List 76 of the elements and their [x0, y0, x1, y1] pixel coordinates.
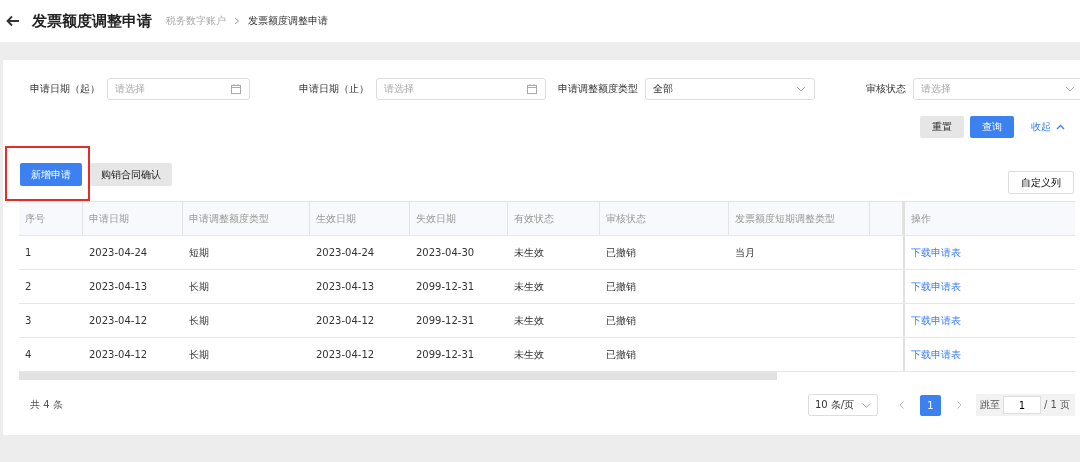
table-cell-text: 2099-12-31: [415, 348, 476, 362]
calendar-icon: [231, 84, 241, 94]
table-cell-text: 2023-04-13: [88, 280, 149, 294]
table-cell-text: 短期: [188, 245, 210, 260]
field-label: 申请调整额度类型: [558, 82, 638, 96]
table-cell-text: 2023-04-30: [415, 246, 476, 260]
table-cell-text: 2023-04-12: [315, 348, 376, 362]
table-cell-text: 2023-04-24: [315, 246, 376, 260]
table-cell-text: 长期: [188, 347, 210, 362]
table-cell-text: 1: [24, 246, 33, 260]
table-cell-text: 未生效: [513, 245, 545, 260]
download-link[interactable]: 下载申请表: [911, 279, 961, 294]
download-link[interactable]: 下载申请表: [911, 313, 961, 328]
total-count: 共 4 条: [30, 398, 63, 412]
query-button[interactable]: 查询: [970, 116, 1014, 138]
table-cell-text: 未生效: [513, 347, 545, 362]
table-cell-text: 已撤销: [605, 347, 637, 362]
chevron-down-icon: [862, 402, 871, 408]
table-cell-text: 4: [24, 348, 33, 362]
column-header: 失效日期: [410, 202, 508, 235]
table-cell-text: 3: [24, 314, 33, 328]
page-size-select[interactable]: 10 条/页: [807, 394, 878, 416]
select-field[interactable]: 全部: [645, 78, 815, 100]
page-title: 发票额度调整申请: [32, 11, 152, 31]
table-cell-text: 2099-12-31: [415, 314, 476, 328]
table-cell-text: 长期: [188, 313, 210, 328]
table-cell-text: 2023-04-24: [88, 246, 149, 260]
field-label: 申请日期（止）: [299, 82, 369, 96]
table-cell-text: 已撤销: [605, 279, 637, 294]
date-field[interactable]: 请选择: [376, 78, 546, 100]
column-header: 序号: [19, 202, 83, 235]
page-jump-field[interactable]: 1: [1002, 396, 1041, 414]
table-cell-text: 未生效: [513, 279, 545, 294]
collapse-link[interactable]: 收起: [1031, 120, 1071, 134]
chevron-up-icon: [1056, 124, 1065, 130]
chevron-right-icon[interactable]: [956, 401, 962, 409]
customize-columns-button[interactable]: 自定义列: [1008, 171, 1074, 194]
table-cell-text: 2023-04-12: [88, 348, 149, 362]
column-header: 操作: [903, 202, 1075, 235]
column-header: 审核状态: [600, 202, 729, 235]
jump-label: 跳至: [979, 398, 1000, 412]
select-field[interactable]: 请选择: [913, 78, 1080, 100]
calendar-icon: [527, 84, 537, 94]
page-number-button[interactable]: 1: [919, 394, 941, 416]
chevron-right-icon: [234, 17, 240, 25]
table-cell-text: 已撤销: [605, 313, 637, 328]
table-cell-text: 2099-12-31: [415, 280, 476, 294]
scrollbar-thumb[interactable]: [19, 372, 777, 380]
column-header: 申请调整额度类型: [183, 202, 310, 235]
column-header: 申请日期: [83, 202, 183, 235]
chevron-down-icon: [1065, 86, 1075, 92]
page-count: / 1 页: [1043, 398, 1070, 412]
contract-confirm-button[interactable]: 购销合同确认: [90, 163, 172, 186]
table-cell-text: 已撤销: [605, 245, 637, 260]
table-cell-text: 2: [24, 280, 33, 294]
date-field[interactable]: 请选择: [107, 78, 250, 100]
column-header: 发票额度短期调整类型: [729, 202, 870, 235]
download-link[interactable]: 下载申请表: [911, 245, 961, 260]
column-header: 有效状态: [508, 202, 600, 235]
back-arrow-icon[interactable]: [6, 15, 20, 27]
table-cell-text: 2023-04-12: [88, 314, 149, 328]
download-link[interactable]: 下载申请表: [911, 347, 961, 362]
field-label: 申请日期（起）: [30, 82, 100, 96]
reset-button[interactable]: 重置: [920, 116, 964, 138]
field-label: 审核状态: [866, 82, 906, 96]
table-cell-text: 2023-04-12: [315, 314, 376, 328]
breadcrumb-item: 发票额度调整申请: [248, 14, 328, 28]
chevron-down-icon: [796, 86, 806, 92]
table-cell-text: 未生效: [513, 313, 545, 328]
table-cell-text: 2023-04-13: [315, 280, 376, 294]
breadcrumb-item[interactable]: 税务数字账户: [166, 14, 226, 28]
new-application-button[interactable]: 新增申请: [20, 163, 82, 186]
chevron-left-icon[interactable]: [898, 401, 904, 409]
column-header: 生效日期: [310, 202, 410, 235]
table-cell-text: 长期: [188, 279, 210, 294]
table-cell-text: 当月: [734, 245, 756, 260]
